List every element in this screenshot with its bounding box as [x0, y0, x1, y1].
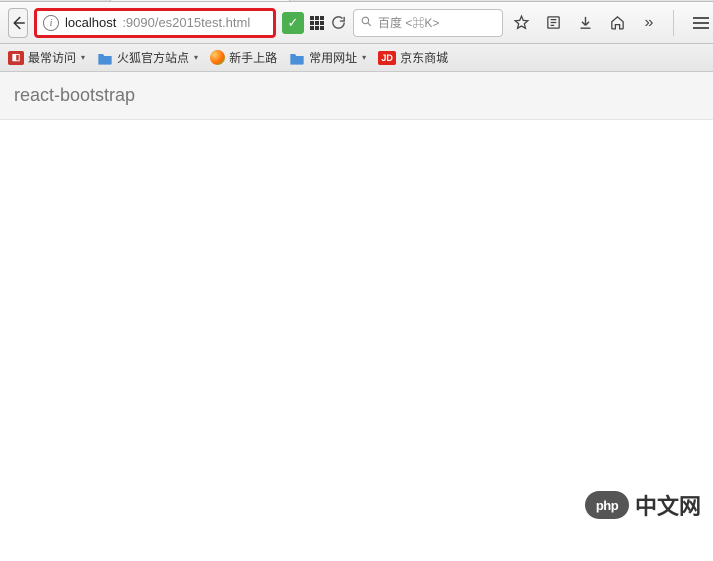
bookmark-label: 常用网址 [309, 49, 357, 66]
toolbar-right: » [509, 9, 713, 37]
bookmark-label: 新手上路 [229, 49, 277, 66]
shield-icon: ✓ [282, 12, 304, 34]
watermark-logo: php [585, 491, 629, 519]
reader-icon [545, 14, 562, 31]
overflow-button[interactable]: » [637, 11, 661, 35]
page-content: react-bootstrap [0, 72, 713, 120]
chevron-down-icon: ▾ [81, 53, 85, 62]
url-host: localhost [65, 15, 116, 30]
chevron-down-icon: ▾ [194, 53, 198, 62]
search-box[interactable]: 百度 <⌘K> [353, 9, 503, 37]
bookmark-most-visited[interactable]: ◧ 最常访问 ▾ [8, 49, 85, 66]
jd-icon: JD [378, 51, 396, 65]
bookmark-label: 最常访问 [28, 49, 76, 66]
chevron-down-icon: ▾ [362, 53, 366, 62]
bookmark-common-urls[interactable]: 常用网址 ▾ [289, 49, 366, 66]
watermark: php 中文网 [585, 489, 701, 521]
reload-button[interactable] [330, 10, 347, 36]
browser-tab[interactable]: es2105的写法 × [110, 0, 290, 1]
reload-icon [330, 14, 347, 31]
page-heading-bar: react-bootstrap [0, 72, 713, 120]
page-heading: react-bootstrap [14, 85, 135, 106]
home-button[interactable] [605, 11, 629, 35]
bookmark-label: 火狐官方站点 [117, 49, 189, 66]
downloads-button[interactable] [573, 11, 597, 35]
qr-button[interactable] [310, 10, 324, 36]
search-icon [360, 15, 373, 31]
bookmark-firefox-official[interactable]: 火狐官方站点 ▾ [97, 49, 198, 66]
search-placeholder: 百度 <⌘K> [378, 14, 439, 31]
folder-icon [97, 51, 113, 65]
most-visited-icon: ◧ [8, 51, 24, 65]
info-icon[interactable]: i [43, 15, 59, 31]
tab-strip: es2105的写法 × + [0, 0, 713, 2]
folder-icon [289, 51, 305, 65]
bookmark-getting-started[interactable]: 新手上路 [210, 49, 277, 66]
back-button[interactable] [8, 8, 28, 38]
toolbar-divider [673, 10, 674, 36]
url-path: :9090/es2015test.html [122, 15, 250, 30]
shield-button[interactable]: ✓ [282, 10, 304, 36]
firefox-icon [210, 50, 225, 65]
bookmarks-bar: ◧ 最常访问 ▾ 火狐官方站点 ▾ 新手上路 常用网址 ▾ JD 京东商城 [0, 44, 713, 72]
home-icon [609, 14, 626, 31]
star-icon [513, 14, 530, 31]
download-icon [577, 14, 594, 31]
reader-view-button[interactable] [541, 11, 565, 35]
bookmark-jd[interactable]: JD 京东商城 [378, 49, 448, 66]
chevron-right-icon: » [645, 14, 654, 32]
hamburger-menu-button[interactable] [686, 9, 713, 37]
url-bar[interactable]: i localhost :9090/es2015test.html [34, 8, 276, 38]
arrow-left-icon [9, 14, 27, 32]
hamburger-icon [693, 17, 709, 19]
qr-icon [310, 16, 324, 30]
nav-toolbar: i localhost :9090/es2015test.html ✓ 百度 <⌘… [0, 2, 713, 44]
bookmark-star-button[interactable] [509, 11, 533, 35]
bookmark-label: 京东商城 [400, 49, 448, 66]
watermark-text: 中文网 [635, 489, 701, 521]
